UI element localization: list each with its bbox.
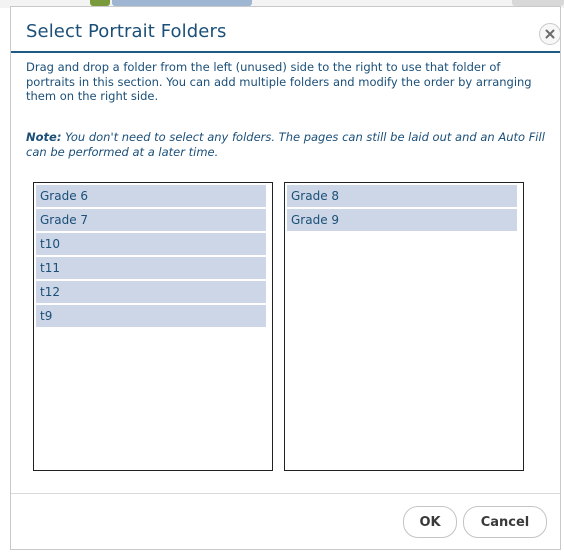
note-label: Note: — [26, 130, 62, 144]
note-text: Note: You don't need to select any folde… — [26, 130, 551, 159]
note-body: You don't need to select any folders. Th… — [26, 130, 545, 159]
ok-button[interactable]: OK — [403, 506, 457, 538]
unused-folder-item[interactable]: t11 — [36, 257, 266, 279]
instructions-text: Drag and drop a folder from the left (un… — [26, 60, 532, 103]
unused-folder-item[interactable]: Grade 6 — [36, 185, 266, 207]
header-divider — [11, 51, 560, 53]
footer-divider — [11, 493, 560, 494]
dialog-title: Select Portrait Folders — [26, 21, 227, 42]
cancel-button[interactable]: Cancel — [463, 506, 547, 538]
unused-folder-item[interactable]: t12 — [36, 281, 266, 303]
close-x-icon — [545, 29, 555, 39]
selected-folder-item[interactable]: Grade 8 — [287, 185, 517, 207]
unused-folder-item[interactable]: Grade 7 — [36, 209, 266, 231]
close-button[interactable] — [539, 23, 561, 45]
selected-folder-item[interactable]: Grade 9 — [287, 209, 517, 231]
unused-folder-item[interactable]: t10 — [36, 233, 266, 255]
select-portrait-folders-dialog: Select Portrait Folders Drag and drop a … — [10, 6, 561, 550]
unused-folders-list[interactable]: Grade 6 Grade 7 t10 t11 t12 t9 — [33, 182, 273, 471]
selected-folders-list[interactable]: Grade 8 Grade 9 — [284, 182, 524, 471]
unused-folder-item[interactable]: t9 — [36, 305, 266, 327]
